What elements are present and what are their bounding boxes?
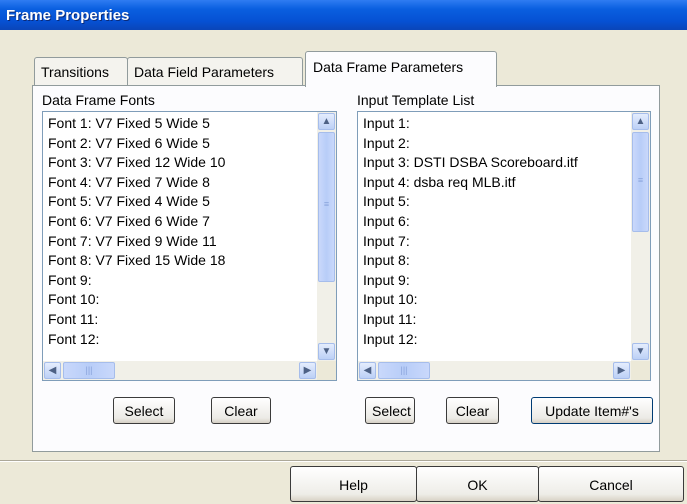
list-item[interactable]: Input 8: — [360, 251, 630, 271]
templates-select-button[interactable]: Select — [365, 397, 415, 424]
window-title: Frame Properties — [6, 7, 130, 24]
list-item[interactable]: Font 9: — [45, 271, 316, 291]
scroll-right-icon[interactable]: ▶ — [613, 362, 630, 379]
tab-transitions[interactable]: Transitions — [34, 57, 128, 85]
grip-icon: ||| — [85, 365, 93, 375]
scroll-up-icon[interactable]: ▲ — [632, 113, 649, 130]
list-item[interactable]: Font 5: V7 Fixed 4 Wide 5 — [45, 192, 316, 212]
list-item[interactable]: Input 12: — [360, 330, 630, 350]
templates-group-label: Input Template List — [357, 92, 475, 108]
list-item[interactable]: Input 7: — [360, 232, 630, 252]
list-item[interactable]: Font 7: V7 Fixed 9 Wide 11 — [45, 232, 316, 252]
list-item[interactable]: Font 12: — [45, 330, 316, 350]
grip-icon: ≡ — [323, 199, 330, 209]
list-item[interactable]: Input 3: DSTI DSBA Scoreboard.itf — [360, 153, 630, 173]
list-item[interactable]: Input 5: — [360, 192, 630, 212]
grip-icon: ||| — [400, 365, 408, 375]
list-item[interactable]: Input 6: — [360, 212, 630, 232]
list-item[interactable]: Font 1: V7 Fixed 5 Wide 5 — [45, 114, 316, 134]
scroll-up-icon[interactable]: ▲ — [318, 113, 335, 130]
tab-data-frame-parameters[interactable]: Data Frame Parameters — [305, 51, 497, 87]
fonts-vscroll-thumb[interactable]: ≡ — [318, 132, 335, 282]
fonts-group-label: Data Frame Fonts — [42, 92, 155, 108]
fonts-list: Font 1: V7 Fixed 5 Wide 5 Font 2: V7 Fix… — [45, 114, 316, 360]
list-item[interactable]: Font 6: V7 Fixed 6 Wide 7 — [45, 212, 316, 232]
scroll-right-icon[interactable]: ▶ — [299, 362, 316, 379]
list-item[interactable]: Font 11: — [45, 310, 316, 330]
title-bar: Frame Properties — [0, 0, 687, 30]
list-item[interactable]: Input 1: — [360, 114, 630, 134]
list-item[interactable]: Input 9: — [360, 271, 630, 291]
list-item[interactable]: Font 4: V7 Fixed 7 Wide 8 — [45, 173, 316, 193]
fonts-horizontal-scrollbar[interactable]: ◀ ||| ▶ — [43, 361, 317, 380]
fonts-listbox[interactable]: Font 1: V7 Fixed 5 Wide 5 Font 2: V7 Fix… — [42, 111, 337, 381]
fonts-vertical-scrollbar[interactable]: ▲ ≡ ▼ — [317, 112, 336, 361]
list-item[interactable]: Font 3: V7 Fixed 12 Wide 10 — [45, 153, 316, 173]
fonts-hscroll-thumb[interactable]: ||| — [63, 362, 115, 379]
scroll-down-icon[interactable]: ▼ — [632, 343, 649, 360]
templates-list: Input 1: Input 2: Input 3: DSTI DSBA Sco… — [360, 114, 630, 360]
scrollbar-corner — [317, 361, 336, 380]
grip-icon: ≡ — [637, 175, 644, 185]
templates-listbox[interactable]: Input 1: Input 2: Input 3: DSTI DSBA Sco… — [357, 111, 651, 381]
fonts-select-button[interactable]: Select — [113, 397, 175, 424]
cancel-button[interactable]: Cancel — [538, 466, 684, 502]
tab-data-field-parameters[interactable]: Data Field Parameters — [127, 57, 303, 85]
scroll-left-icon[interactable]: ◀ — [359, 362, 376, 379]
list-item[interactable]: Input 4: dsba req MLB.itf — [360, 173, 630, 193]
list-item[interactable]: Input 10: — [360, 290, 630, 310]
fonts-clear-button[interactable]: Clear — [211, 397, 271, 424]
templates-hscroll-thumb[interactable]: ||| — [378, 362, 430, 379]
templates-vertical-scrollbar[interactable]: ▲ ≡ ▼ — [631, 112, 650, 361]
list-item[interactable]: Font 10: — [45, 290, 316, 310]
scroll-down-icon[interactable]: ▼ — [318, 343, 335, 360]
footer-divider — [0, 460, 687, 462]
list-item[interactable]: Font 8: V7 Fixed 15 Wide 18 — [45, 251, 316, 271]
scrollbar-corner — [631, 361, 650, 380]
templates-clear-button[interactable]: Clear — [446, 397, 499, 424]
scroll-left-icon[interactable]: ◀ — [44, 362, 61, 379]
list-item[interactable]: Input 2: — [360, 134, 630, 154]
templates-horizontal-scrollbar[interactable]: ◀ ||| ▶ — [358, 361, 631, 380]
help-button[interactable]: Help — [290, 466, 417, 502]
templates-vscroll-thumb[interactable]: ≡ — [632, 132, 649, 232]
list-item[interactable]: Font 2: V7 Fixed 6 Wide 5 — [45, 134, 316, 154]
ok-button[interactable]: OK — [416, 466, 539, 502]
update-item-numbers-button[interactable]: Update Item#'s — [531, 397, 653, 424]
list-item[interactable]: Input 11: — [360, 310, 630, 330]
